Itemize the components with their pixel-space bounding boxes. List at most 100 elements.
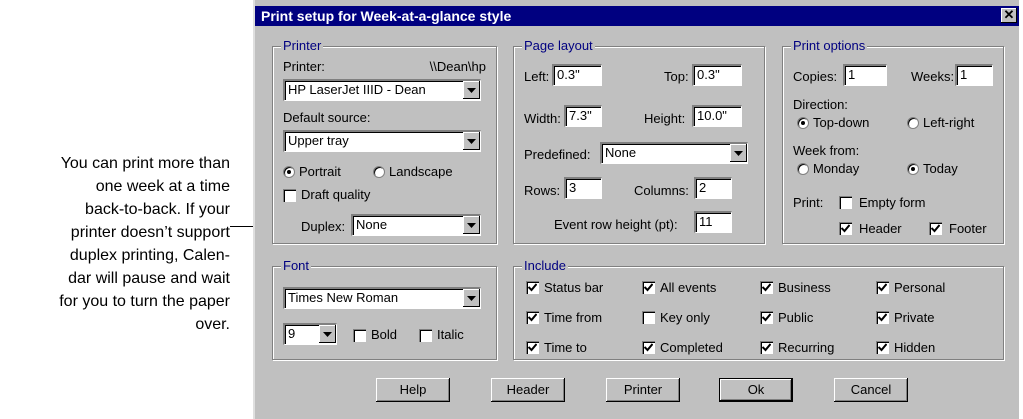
empty-form-checkbox[interactable]: [839, 196, 852, 209]
chevron-down-icon[interactable]: [463, 289, 480, 307]
include-personal-label[interactable]: Personal: [894, 280, 945, 295]
printer-select[interactable]: HP LaserJet IIID - Dean: [283, 79, 481, 101]
include-time-from-checkbox[interactable]: [526, 311, 539, 324]
predefined-select[interactable]: None: [600, 142, 748, 164]
event-row-height-input[interactable]: 11: [694, 211, 732, 233]
include-hidden-checkbox[interactable]: [876, 341, 889, 354]
include-business-label[interactable]: Business: [778, 280, 831, 295]
print-options-group-title: Print options: [791, 38, 868, 53]
draft-quality-checkbox[interactable]: [283, 189, 296, 202]
italic-checkbox[interactable]: [419, 329, 432, 342]
print-label: Print:: [793, 195, 824, 210]
chevron-down-icon[interactable]: [463, 216, 480, 234]
italic-label[interactable]: Italic: [437, 327, 464, 342]
chevron-down-icon[interactable]: [463, 81, 480, 99]
footer-label[interactable]: Footer: [949, 221, 987, 236]
font-group: Font Times New Roman 9 Bold Italic: [272, 258, 497, 360]
include-completed-checkbox[interactable]: [642, 341, 655, 354]
printer-path: \\Dean\hp: [429, 59, 486, 74]
include-public-label[interactable]: Public: [778, 310, 813, 325]
include-all-events-checkbox[interactable]: [642, 281, 655, 294]
font-group-title: Font: [281, 258, 312, 273]
height-input[interactable]: 10.0": [692, 105, 742, 127]
include-time-from-label[interactable]: Time from: [544, 310, 602, 325]
landscape-radio[interactable]: [373, 166, 385, 178]
dialog-title: Print setup for Week-at-a-glance style: [261, 8, 512, 24]
include-completed-label[interactable]: Completed: [660, 340, 723, 355]
help-button[interactable]: Help: [376, 378, 450, 402]
printer-label: Printer:: [283, 59, 325, 74]
include-recurring-checkbox[interactable]: [760, 341, 773, 354]
callout-caption: You can print more than one week at a ti…: [6, 152, 230, 336]
footer-checkbox[interactable]: [929, 222, 942, 235]
top-margin-input[interactable]: 0.3": [692, 64, 742, 86]
font-size-select[interactable]: 9: [283, 323, 337, 345]
draft-quality-label[interactable]: Draft quality: [301, 187, 370, 202]
font-face-select[interactable]: Times New Roman: [283, 287, 481, 309]
include-key-only-checkbox[interactable]: [642, 311, 655, 324]
title-bar[interactable]: Print setup for Week-at-a-glance style ✕: [255, 6, 1019, 26]
caption-line: back-to-back. If your: [85, 201, 230, 218]
portrait-label[interactable]: Portrait: [299, 164, 341, 179]
header-label[interactable]: Header: [859, 221, 902, 236]
direction-label: Direction:: [793, 97, 848, 112]
include-time-to-label[interactable]: Time to: [544, 340, 587, 355]
left-right-radio[interactable]: [907, 117, 919, 129]
include-business-checkbox[interactable]: [760, 281, 773, 294]
ok-button[interactable]: Ok: [719, 378, 793, 402]
include-status-bar-checkbox[interactable]: [526, 281, 539, 294]
top-down-label[interactable]: Top-down: [813, 115, 869, 130]
bold-checkbox[interactable]: [353, 329, 366, 342]
include-time-to-checkbox[interactable]: [526, 341, 539, 354]
left-right-label[interactable]: Left-right: [923, 115, 974, 130]
empty-form-label[interactable]: Empty form: [859, 195, 925, 210]
caption-line: You can print more than: [60, 155, 230, 172]
chevron-down-icon[interactable]: [730, 144, 747, 162]
include-private-label[interactable]: Private: [894, 310, 934, 325]
landscape-label[interactable]: Landscape: [389, 164, 453, 179]
left-margin-input[interactable]: 0.3": [552, 64, 602, 86]
print-setup-dialog: Print setup for Week-at-a-glance style ✕…: [253, 0, 1019, 419]
portrait-radio[interactable]: [283, 166, 295, 178]
top-down-radio[interactable]: [797, 117, 809, 129]
include-personal-checkbox[interactable]: [876, 281, 889, 294]
width-label: Width:: [524, 111, 561, 126]
close-button[interactable]: ✕: [1001, 8, 1017, 23]
columns-input[interactable]: 2: [694, 177, 732, 199]
monday-radio[interactable]: [797, 163, 809, 175]
today-label[interactable]: Today: [923, 161, 958, 176]
include-key-only-label[interactable]: Key only: [660, 310, 710, 325]
cancel-button[interactable]: Cancel: [834, 378, 908, 402]
default-source-value: Upper tray: [288, 133, 349, 148]
columns-label: Columns:: [634, 183, 689, 198]
chevron-down-icon[interactable]: [319, 325, 336, 343]
copies-input[interactable]: 1: [843, 64, 887, 86]
include-group-title: Include: [522, 258, 568, 273]
monday-label[interactable]: Monday: [813, 161, 859, 176]
include-all-events-label[interactable]: All events: [660, 280, 716, 295]
include-public-checkbox[interactable]: [760, 311, 773, 324]
include-recurring-label[interactable]: Recurring: [778, 340, 834, 355]
caption-line: one week at a time: [95, 178, 230, 195]
check-icon: [762, 343, 771, 352]
rows-input[interactable]: 3: [564, 177, 602, 199]
bold-label[interactable]: Bold: [371, 327, 397, 342]
today-radio[interactable]: [907, 163, 919, 175]
printer-button[interactable]: Printer: [606, 378, 680, 402]
weeks-label: Weeks:: [911, 69, 955, 84]
caption-line: for you to turn the paper: [59, 293, 230, 310]
check-icon: [841, 224, 850, 233]
event-row-height-label: Event row height (pt):: [554, 217, 678, 232]
close-icon: ✕: [1003, 7, 1015, 22]
include-status-bar-label[interactable]: Status bar: [544, 280, 603, 295]
default-source-select[interactable]: Upper tray: [283, 130, 481, 152]
include-private-checkbox[interactable]: [876, 311, 889, 324]
header-checkbox[interactable]: [839, 222, 852, 235]
include-hidden-label[interactable]: Hidden: [894, 340, 935, 355]
header-button[interactable]: Header: [491, 378, 565, 402]
weeks-input[interactable]: 1: [955, 64, 993, 86]
height-label: Height:: [644, 111, 686, 126]
width-input[interactable]: 7.3": [564, 105, 602, 127]
chevron-down-icon[interactable]: [463, 132, 480, 150]
duplex-select[interactable]: None: [351, 214, 481, 236]
